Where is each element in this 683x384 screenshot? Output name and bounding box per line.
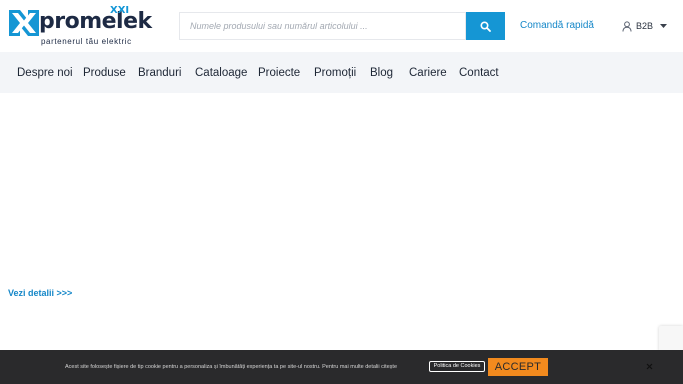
- user-icon: [622, 20, 632, 32]
- logo-name: promelek: [39, 9, 152, 34]
- nav-item-contact[interactable]: Contact: [459, 66, 499, 80]
- nav-item-cataloage[interactable]: Cataloage: [195, 66, 247, 80]
- search-button[interactable]: [466, 12, 505, 40]
- nav-item-promotii[interactable]: Promoții: [314, 66, 356, 80]
- main-navigation: Despre noi Produse Branduri Cataloage Pr…: [0, 52, 683, 93]
- nav-item-blog[interactable]: Blog: [370, 66, 393, 80]
- b2b-label: B2B: [636, 21, 654, 31]
- logo[interactable]: promelek XXI partenerul tău elektric: [8, 5, 152, 48]
- cookie-policy-link[interactable]: Politica de Cookies: [429, 361, 485, 372]
- search-icon: [480, 20, 491, 32]
- nav-item-despre-noi[interactable]: Despre noi: [17, 66, 73, 80]
- recaptcha-badge[interactable]: [659, 326, 683, 352]
- close-icon[interactable]: [645, 362, 654, 371]
- caret-down-icon: [660, 24, 668, 28]
- search-input[interactable]: [179, 12, 466, 40]
- details-link[interactable]: Vezi detalii >>>: [8, 287, 72, 299]
- logo-mark-icon: [9, 10, 39, 36]
- cookie-text: Acest site folosește fișiere de tip cook…: [65, 364, 398, 370]
- logo-tagline: partenerul tău elektric: [41, 37, 132, 46]
- b2b-menu[interactable]: B2B: [622, 19, 668, 33]
- accept-cookies-button[interactable]: ACCEPT: [488, 358, 548, 376]
- nav-item-produse[interactable]: Produse: [83, 66, 126, 80]
- quick-order-link[interactable]: Comandă rapidă: [520, 20, 594, 32]
- cookie-banner: Acest site folosește fișiere de tip cook…: [0, 350, 683, 384]
- nav-item-proiecte[interactable]: Proiecte: [258, 66, 300, 80]
- nav-item-cariere[interactable]: Cariere: [409, 66, 447, 80]
- nav-item-branduri[interactable]: Branduri: [138, 66, 181, 80]
- logo-suffix: XXI: [110, 5, 130, 16]
- site-header: promelek XXI partenerul tău elektric Com…: [0, 0, 683, 52]
